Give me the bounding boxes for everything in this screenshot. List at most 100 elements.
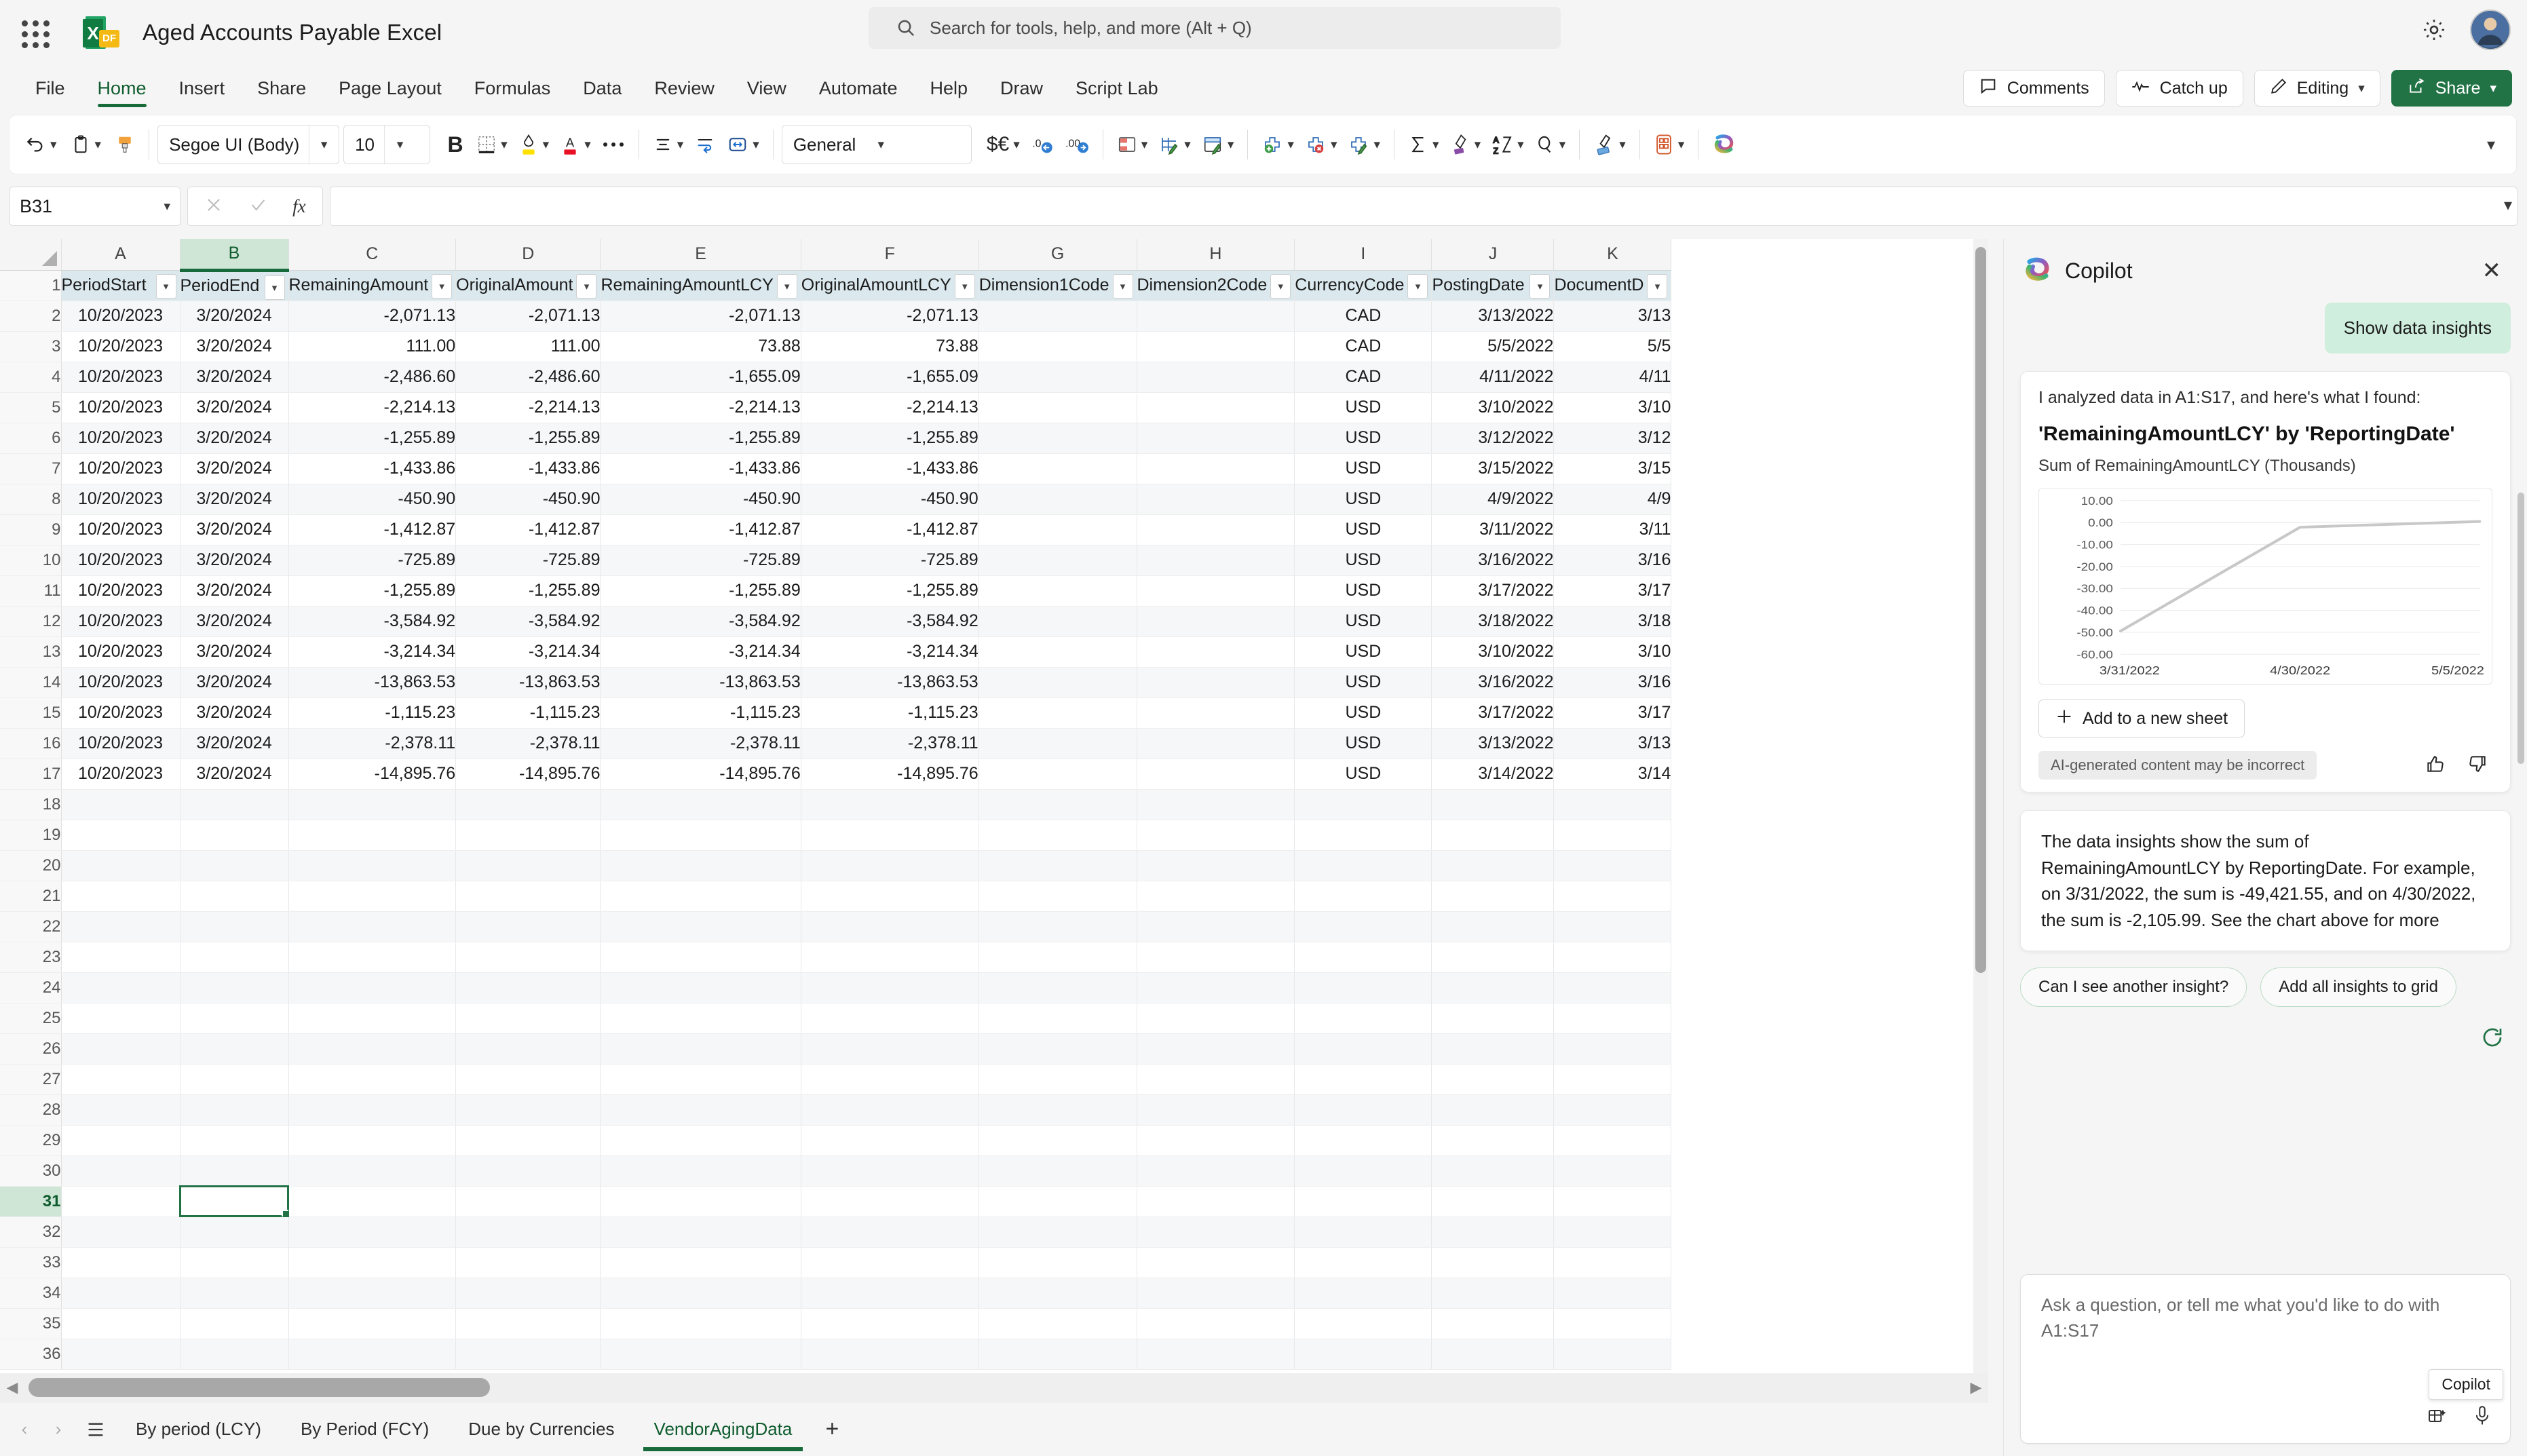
- align-button[interactable]: ▾: [647, 125, 689, 164]
- suggestion-another-insight[interactable]: Can I see another insight?: [2020, 968, 2247, 1008]
- name-box[interactable]: B31 ▾: [10, 187, 180, 226]
- add-ins-button[interactable]: ▾: [1648, 125, 1690, 164]
- chevron-down-icon[interactable]: ▾: [501, 137, 508, 153]
- scroll-left-icon[interactable]: ◀: [0, 1379, 24, 1396]
- chevron-down-icon[interactable]: ▾: [584, 137, 591, 153]
- filter-dropdown-icon[interactable]: ▾: [776, 273, 797, 299]
- copilot-prompt-box[interactable]: Ask a question, or tell me what you'd li…: [2020, 1274, 2511, 1444]
- chevron-down-icon[interactable]: ▾: [164, 199, 170, 214]
- sheet-tab-by-period-lcy[interactable]: By period (LCY): [118, 1408, 279, 1451]
- copilot-scrollbar[interactable]: [2518, 493, 2524, 764]
- copilot-icon[interactable]: [1707, 125, 1742, 164]
- sheet-tab-due-by-currencies[interactable]: Due by Currencies: [451, 1408, 632, 1451]
- tab-automate[interactable]: Automate: [804, 74, 913, 103]
- currency-format-button[interactable]: $€ ▾: [981, 125, 1025, 164]
- catch-up-button[interactable]: Catch up: [2115, 70, 2243, 107]
- chevron-down-icon[interactable]: ▾: [95, 137, 102, 153]
- sort-filter-button[interactable]: A Z ▾: [1486, 125, 1530, 164]
- scroll-track[interactable]: [24, 1373, 1964, 1402]
- tab-insert[interactable]: Insert: [164, 74, 240, 103]
- borders-button[interactable]: ▾: [471, 125, 513, 164]
- close-icon[interactable]: ✕: [2475, 254, 2509, 287]
- undo-button[interactable]: ▾: [19, 125, 62, 164]
- scroll-thumb[interactable]: [1975, 247, 1986, 973]
- filter-dropdown-icon[interactable]: ▾: [1407, 273, 1428, 299]
- tab-data[interactable]: Data: [568, 74, 636, 103]
- find-button[interactable]: ▾: [1530, 125, 1572, 164]
- filter-dropdown-icon[interactable]: ▾: [1270, 273, 1291, 299]
- sheet-tab-by-period-fcy[interactable]: By Period (FCY): [283, 1408, 446, 1451]
- avatar[interactable]: [2470, 9, 2511, 50]
- filter-dropdown-icon[interactable]: ▾: [954, 273, 975, 299]
- toolbar-expand-button[interactable]: ▾: [2475, 125, 2507, 164]
- chevron-down-icon[interactable]: ▾: [753, 137, 759, 153]
- chevron-down-icon[interactable]: ▾: [865, 126, 896, 164]
- filter-dropdown-icon[interactable]: ▾: [432, 273, 453, 299]
- chevron-down-icon[interactable]: ▾: [1184, 137, 1191, 153]
- decrease-decimal-button[interactable]: .0: [1025, 125, 1059, 164]
- chevron-down-icon[interactable]: ▾: [543, 137, 550, 153]
- expand-formula-bar-icon[interactable]: ▾: [2504, 195, 2512, 215]
- confirm-formula-icon[interactable]: [248, 195, 267, 218]
- add-sheet-icon[interactable]: +: [814, 1411, 850, 1449]
- suggestion-add-all-insights[interactable]: Add all insights to grid: [2260, 968, 2456, 1008]
- grid-vertical-scrollbar[interactable]: [1973, 239, 1988, 1373]
- formula-input[interactable]: [330, 187, 2518, 226]
- chevron-down-icon[interactable]: ▾: [1559, 137, 1566, 153]
- search-input[interactable]: Search for tools, help, and more (Alt + …: [869, 7, 1561, 49]
- tab-help[interactable]: Help: [915, 74, 983, 103]
- attach-data-icon[interactable]: [2426, 1405, 2449, 1430]
- app-launcher-icon[interactable]: [15, 14, 53, 52]
- delete-cells-button[interactable]: ▾: [1299, 125, 1343, 164]
- tab-script-lab[interactable]: Script Lab: [1061, 74, 1173, 103]
- scroll-right-icon[interactable]: ▶: [1964, 1379, 1988, 1396]
- paste-button[interactable]: ▾: [65, 125, 107, 164]
- number-format-select[interactable]: General ▾: [781, 125, 972, 164]
- cell-styles-button[interactable]: ▾: [1196, 125, 1240, 164]
- tab-file[interactable]: File: [20, 74, 80, 103]
- chevron-down-icon[interactable]: ▾: [1619, 137, 1626, 153]
- editing-button[interactable]: Editing ▾: [2254, 70, 2380, 107]
- font-color-button[interactable]: A ▾: [554, 125, 596, 164]
- tab-home[interactable]: Home: [83, 74, 162, 107]
- chevron-down-icon[interactable]: ▾: [677, 137, 684, 153]
- filter-dropdown-icon[interactable]: ▾: [576, 273, 597, 299]
- chevron-down-icon[interactable]: ▾: [1013, 137, 1020, 153]
- insert-function-icon[interactable]: fx: [292, 196, 306, 217]
- clear-button[interactable]: ▾: [1445, 125, 1487, 164]
- insert-cells-button[interactable]: ▾: [1256, 125, 1299, 164]
- chevron-down-icon[interactable]: ▾: [1475, 137, 1481, 153]
- next-sheet-icon[interactable]: ›: [43, 1411, 73, 1449]
- wrap-text-button[interactable]: [689, 125, 721, 164]
- filter-dropdown-icon[interactable]: ▾: [1647, 273, 1668, 299]
- tab-view[interactable]: View: [732, 74, 801, 103]
- increase-decimal-button[interactable]: .00: [1059, 125, 1095, 164]
- chevron-down-icon[interactable]: ▾: [1287, 137, 1294, 153]
- more-font-options-button[interactable]: [596, 125, 630, 164]
- conditional-formatting-button[interactable]: ▾: [1112, 125, 1154, 164]
- font-family-select[interactable]: Segoe UI (Body) ▾: [157, 125, 340, 164]
- format-cells-button[interactable]: ▾: [1342, 125, 1386, 164]
- font-size-select[interactable]: 10 ▾: [343, 125, 431, 164]
- format-painter-button[interactable]: [109, 125, 140, 164]
- chevron-down-icon[interactable]: ▾: [50, 137, 57, 153]
- fill-color-button[interactable]: ▾: [513, 125, 555, 164]
- thumbs-down-icon[interactable]: [2467, 753, 2488, 778]
- chevron-down-icon[interactable]: ▾: [1373, 137, 1380, 153]
- share-button[interactable]: Share ▾: [2391, 70, 2512, 107]
- thumbs-up-icon[interactable]: [2425, 753, 2446, 778]
- filter-dropdown-icon[interactable]: ▾: [1112, 273, 1133, 299]
- chevron-down-icon[interactable]: ▾: [1678, 137, 1685, 153]
- gear-icon[interactable]: [2416, 12, 2452, 48]
- chevron-down-icon[interactable]: ▾: [1141, 137, 1148, 153]
- merge-cells-button[interactable]: ▾: [721, 125, 765, 164]
- filter-dropdown-icon[interactable]: ▾: [1530, 273, 1551, 299]
- tab-review[interactable]: Review: [639, 74, 729, 103]
- format-as-table-button[interactable]: ▾: [1153, 125, 1196, 164]
- comments-button[interactable]: Comments: [1962, 70, 2105, 107]
- chevron-down-icon[interactable]: ▾: [1517, 137, 1524, 153]
- scroll-thumb[interactable]: [28, 1378, 490, 1397]
- chevron-down-icon[interactable]: ▾: [384, 126, 415, 164]
- all-sheets-icon[interactable]: [77, 1411, 114, 1449]
- cancel-formula-icon[interactable]: [204, 195, 223, 218]
